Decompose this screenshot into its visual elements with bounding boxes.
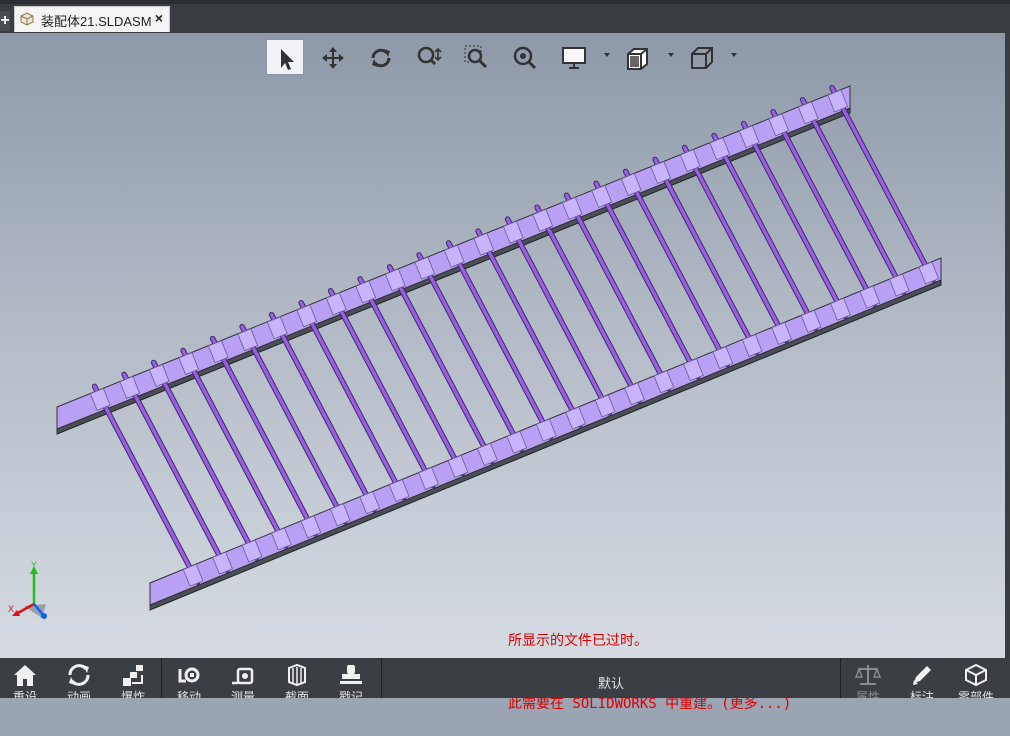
components-icon: [965, 663, 987, 687]
zoom-to-area-icon: [464, 45, 488, 69]
select-button[interactable]: [266, 39, 304, 75]
right-edge: [1005, 33, 1010, 658]
zoom-in-out-icon: [417, 46, 442, 66]
document-tab[interactable]: 装配体21.SLDASM ×: [14, 6, 170, 32]
move-component-button[interactable]: 移动: [164, 658, 214, 698]
zoom-in-out-button[interactable]: [410, 39, 448, 75]
toolbar-separator: [840, 658, 841, 698]
view-orientation-button[interactable]: [683, 39, 721, 75]
mass-properties-button[interactable]: 属性: [843, 658, 893, 698]
animation-icon: [68, 664, 90, 686]
components-button[interactable]: 零部件: [951, 658, 1001, 698]
hide-show-items-icon: [627, 48, 648, 70]
hide-show-items-button[interactable]: [619, 39, 657, 75]
move-component-icon: [178, 667, 200, 683]
hide-show-dropdown-icon[interactable]: [668, 53, 674, 57]
explode-button[interactable]: 爆炸: [108, 658, 158, 698]
measure-icon: [232, 667, 254, 685]
select-icon: [281, 49, 294, 70]
display-style-icon: [562, 47, 586, 69]
measure-label: 测量: [230, 690, 255, 698]
bottom-toolbar: 重设 动画 爆炸 移动 测量 截面 戳记 默认 属性 标注 零部件: [0, 658, 1010, 698]
document-tab-title: 装配体21.SLDASM: [41, 14, 152, 29]
explode-label: 爆炸: [120, 690, 145, 698]
move-label: 移动: [176, 690, 201, 698]
view-orientation-dropdown-icon[interactable]: [731, 53, 737, 57]
section-label: 截面: [284, 690, 309, 698]
triad-y-label: Y: [31, 560, 37, 570]
view-orientation-icon: [691, 47, 713, 69]
toolbar-separator: [161, 658, 162, 698]
section-button[interactable]: 截面: [272, 658, 322, 698]
stamp-button[interactable]: 戳记: [326, 658, 376, 698]
graphics-area[interactable]: [0, 33, 1005, 658]
markup-label: 标注: [909, 690, 934, 698]
zoom-to-fit-icon: [513, 46, 537, 70]
components-label: 零部件: [957, 690, 994, 698]
pan-button[interactable]: [314, 39, 352, 75]
close-tab-icon[interactable]: ×: [155, 10, 163, 26]
animation-button[interactable]: 动画: [54, 658, 104, 698]
assembly-model[interactable]: [0, 33, 1005, 658]
markup-pen-icon: [913, 666, 931, 685]
outdated-message-line1: 所显示的文件已过时。: [508, 633, 648, 649]
explode-icon: [123, 665, 143, 686]
pan-icon: [322, 47, 344, 69]
configuration-name[interactable]: 默认: [598, 673, 624, 692]
reference-triad: Y X: [8, 560, 58, 627]
measure-button[interactable]: 测量: [218, 658, 268, 698]
properties-label: 属性: [855, 690, 880, 698]
stamp-icon: [340, 665, 362, 684]
heads-up-view-toolbar: [265, 37, 745, 77]
section-icon: [288, 663, 306, 687]
home-icon: [14, 665, 36, 686]
rotate-button[interactable]: [362, 39, 400, 75]
reset-label: 重设: [12, 690, 37, 698]
zoom-to-area-button[interactable]: [458, 39, 496, 75]
mass-properties-icon: [855, 665, 881, 685]
display-style-button[interactable]: [555, 39, 593, 75]
toolbar-separator: [381, 658, 382, 698]
assembly-icon: [19, 11, 35, 32]
stamp-label: 戳记: [338, 690, 363, 698]
markup-button[interactable]: 标注: [897, 658, 947, 698]
title-bar: + 装配体21.SLDASM ×: [0, 0, 1010, 33]
display-style-dropdown-icon[interactable]: [604, 53, 610, 57]
zoom-to-fit-button[interactable]: [506, 39, 544, 75]
top-strip: [0, 0, 1010, 4]
animation-label: 动画: [66, 690, 91, 698]
reset-button[interactable]: 重设: [0, 658, 50, 698]
add-tab-button[interactable]: +: [0, 11, 10, 31]
triad-x-label: X: [8, 604, 14, 614]
rotate-icon: [371, 48, 391, 68]
